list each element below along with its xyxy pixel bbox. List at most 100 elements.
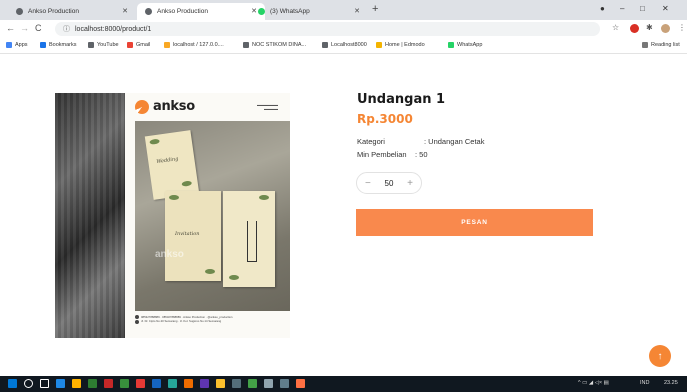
- bookmark-item[interactable]: Apps: [6, 42, 28, 48]
- tray-icons[interactable]: ^ ▭ ◢ ◁× ▤: [578, 380, 609, 386]
- clock[interactable]: 23.25: [664, 380, 678, 386]
- minimize-button[interactable]: –: [620, 4, 624, 13]
- minus-button[interactable]: −: [365, 178, 371, 189]
- app-icon[interactable]: [280, 379, 289, 388]
- new-tab-button[interactable]: +: [372, 3, 378, 15]
- bookmark-item[interactable]: WhatsApp: [448, 42, 482, 48]
- gmail-icon: [127, 42, 133, 48]
- detail-key: Kategori: [357, 137, 385, 146]
- bookmark-label: Gmail: [136, 42, 151, 48]
- tab-title: Ankso Production: [157, 8, 208, 15]
- star-icon: [40, 42, 46, 48]
- windows-taskbar: ^ ▭ ◢ ◁× ▤ IND 23.25: [0, 376, 687, 392]
- detail-value: : Undangan Cetak: [424, 137, 485, 146]
- extension-icon[interactable]: [630, 24, 639, 33]
- bookmark-item[interactable]: YouTube: [88, 42, 119, 48]
- product-title: Undangan 1: [357, 92, 446, 107]
- invitation-card: [223, 191, 275, 287]
- edmodo-icon: [376, 42, 382, 48]
- background-photo: [55, 93, 125, 338]
- app-icon[interactable]: [168, 379, 177, 388]
- invitation-card-image: ankso ▬▬▬▬▬▬ ▬▬▬▬ Wedding Invitation anks…: [125, 93, 290, 338]
- bookmark-label: YouTube: [97, 42, 119, 48]
- bookmark-item[interactable]: Home | Edmodo: [376, 42, 425, 48]
- back-icon[interactable]: ←: [6, 23, 15, 33]
- language-indicator[interactable]: IND: [640, 380, 649, 386]
- bookmark-item[interactable]: Localhost8000: [322, 42, 367, 48]
- reading-list[interactable]: Reading list: [642, 42, 680, 48]
- bookmark-label: Apps: [15, 42, 28, 48]
- bookmark-item[interactable]: localhost / 127.0.0....: [164, 42, 224, 48]
- product-price: Rp.3000: [357, 112, 413, 126]
- bookmark-label: Localhost8000: [331, 42, 367, 48]
- close-icon[interactable]: ✕: [354, 7, 360, 15]
- logo-tagline: ▬▬▬▬▬▬ ▬▬▬▬: [257, 103, 278, 111]
- quantity-input[interactable]: 50: [385, 179, 394, 188]
- bookmark-item[interactable]: Bookmarks: [40, 42, 77, 48]
- puzzle-icon[interactable]: ✱: [646, 23, 653, 32]
- whatsapp-icon: [448, 42, 454, 48]
- plus-button[interactable]: +: [407, 178, 413, 189]
- location-icon: [135, 319, 139, 324]
- search-icon[interactable]: [24, 379, 33, 388]
- browser-tab[interactable]: Ankso Production ✕: [8, 3, 136, 20]
- forward-icon[interactable]: →: [20, 23, 29, 33]
- menu-icon[interactable]: ⋮: [678, 23, 686, 32]
- maximize-button[interactable]: □: [640, 4, 645, 13]
- url-input[interactable]: ⓘ localhost:8000/product/1: [55, 22, 600, 36]
- ankso-logo-icon: [135, 100, 149, 114]
- profile-icon[interactable]: ●: [600, 4, 605, 13]
- start-icon[interactable]: [8, 379, 17, 388]
- file-explorer-icon[interactable]: [72, 379, 81, 388]
- store-icon[interactable]: [88, 379, 97, 388]
- logo-text: ankso: [153, 99, 195, 114]
- close-window-button[interactable]: ✕: [662, 4, 669, 13]
- app-icon[interactable]: [104, 379, 113, 388]
- detail-key: Min Pembelian: [357, 150, 407, 159]
- quantity-stepper[interactable]: − 50 +: [356, 172, 422, 194]
- info-icon[interactable]: ⓘ: [63, 24, 70, 34]
- task-view-icon[interactable]: [40, 379, 49, 388]
- edge-icon[interactable]: [56, 379, 65, 388]
- bookmark-label: WhatsApp: [457, 42, 483, 48]
- app-icon[interactable]: [232, 379, 241, 388]
- watermark: ankso: [155, 249, 184, 260]
- app-icon[interactable]: [120, 379, 129, 388]
- globe-icon: [16, 8, 23, 15]
- close-icon[interactable]: ✕: [122, 7, 128, 15]
- chrome-icon[interactable]: [296, 379, 305, 388]
- bookmark-item[interactable]: NOC STIKOM DINA...: [243, 42, 306, 48]
- globe-icon: [145, 8, 152, 15]
- arrow-up-icon[interactable]: ↑: [649, 345, 671, 367]
- bookmark-label: Home | Edmodo: [385, 42, 425, 48]
- whatsapp-icon: [258, 8, 265, 15]
- app-icon[interactable]: [248, 379, 257, 388]
- detail-value: : 50: [415, 150, 428, 159]
- browser-tab-active[interactable]: Ankso Production ✕: [137, 3, 265, 20]
- reading-list-icon: [642, 42, 648, 48]
- app-icon[interactable]: [264, 379, 273, 388]
- card-footer: 085327888889 · 085327888889 · Ankso Prod…: [135, 315, 285, 333]
- bookmarks-bar: Apps Bookmarks YouTube Gmail localhost /…: [0, 39, 687, 54]
- invitation-card: Invitation: [165, 191, 221, 281]
- app-icon[interactable]: [200, 379, 209, 388]
- tab-title: (3) WhatsApp: [270, 8, 310, 15]
- app-icon[interactable]: [184, 379, 193, 388]
- browser-tab[interactable]: (3) WhatsApp ✕: [250, 3, 368, 20]
- bookmark-label: localhost / 127.0.0....: [173, 42, 224, 48]
- avatar[interactable]: [661, 24, 670, 33]
- tab-title: Ankso Production: [28, 8, 79, 15]
- reload-icon[interactable]: C: [35, 23, 42, 33]
- bookmark-item[interactable]: Gmail: [127, 42, 150, 48]
- app-icon[interactable]: [136, 379, 145, 388]
- star-icon[interactable]: ☆: [612, 23, 619, 32]
- order-button[interactable]: PESAN: [356, 209, 593, 236]
- reading-list-label: Reading list: [651, 42, 680, 48]
- app-icon[interactable]: [216, 379, 225, 388]
- apps-icon: [6, 42, 12, 48]
- url-text: localhost:8000/product/1: [75, 25, 152, 33]
- browser-tab-strip: Ankso Production ✕ Ankso Production ✕ (3…: [0, 0, 687, 20]
- detail-category: Kategori : Undangan Cetak: [357, 137, 484, 146]
- footer-address: Jl. Dr. Cipto No.20 Semarang · Jl. Kol. …: [135, 319, 285, 324]
- app-icon[interactable]: [152, 379, 161, 388]
